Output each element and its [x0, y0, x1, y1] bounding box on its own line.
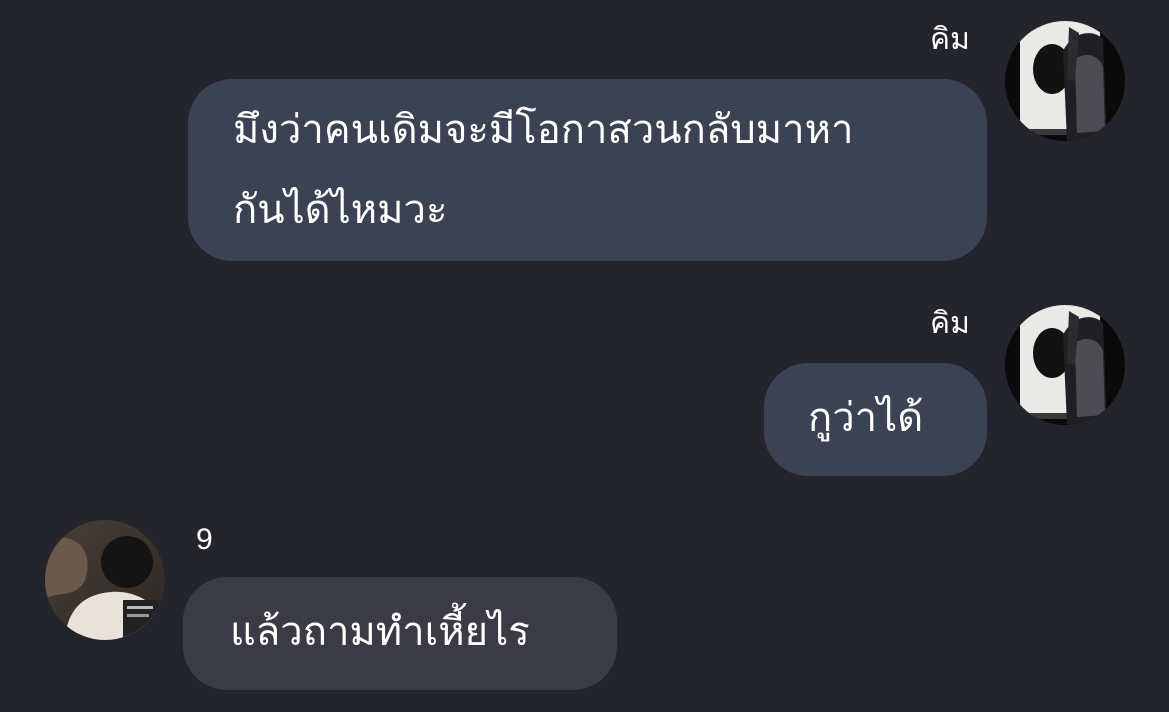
chat-thread: คิม มึงว่าคนเดิมจะมีโอกาสวนกลับมาหา กันไ… — [0, 0, 1169, 712]
message-text-line: กูว่าได้ — [808, 395, 924, 441]
avatar[interactable] — [1005, 305, 1125, 425]
sender-name: คิม — [930, 306, 970, 341]
avatar[interactable] — [45, 520, 165, 640]
profile-photo-icon — [1005, 21, 1125, 141]
profile-photo-icon — [45, 520, 165, 640]
sender-name: คิม — [930, 22, 970, 57]
sender-name: 9 — [196, 523, 213, 556]
message-text-line: แล้วถามทำเหี้ยไร — [230, 609, 530, 655]
message-text-line: มึงว่าคนเดิมจะมีโอกาสวนกลับมาหา — [233, 107, 854, 153]
profile-photo-icon — [1005, 305, 1125, 425]
message-bubble[interactable]: กูว่าได้ — [764, 363, 987, 476]
avatar[interactable] — [1005, 21, 1125, 141]
message-bubble[interactable]: แล้วถามทำเหี้ยไร — [183, 577, 617, 690]
message-bubble[interactable]: มึงว่าคนเดิมจะมีโอกาสวนกลับมาหา กันได้ไห… — [188, 79, 987, 261]
message-text-line: กันได้ไหมวะ — [233, 187, 448, 233]
